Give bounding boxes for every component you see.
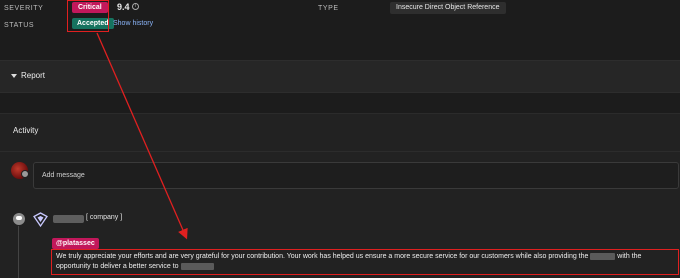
type-label: TYPE (318, 5, 339, 12)
company-logo-icon (33, 212, 48, 227)
company-tag: [ company ] (86, 214, 123, 221)
annotation-highlight-box (67, 0, 109, 32)
redacted-text (590, 252, 616, 260)
comment-text-part1: We truly appreciate your efforts and are… (56, 253, 591, 260)
avatar-status-dot (21, 170, 29, 178)
info-icon[interactable]: i (132, 3, 139, 10)
redacted-company-name (53, 215, 84, 223)
mention-badge[interactable]: @platassec (52, 238, 99, 249)
report-title: Report (21, 71, 46, 80)
severity-score: 9.4 (117, 2, 130, 12)
report-section-toggle[interactable]: Report (0, 60, 680, 93)
comment-bubble-icon (13, 213, 25, 225)
divider (0, 151, 680, 152)
redacted-text (180, 262, 214, 270)
severity-label: SEVERITY (4, 5, 44, 12)
caret-down-icon (11, 74, 17, 78)
add-message-input[interactable]: Add message (33, 162, 679, 189)
add-message-placeholder: Add message (42, 172, 85, 179)
comment-text: We truly appreciate your efforts and are… (56, 252, 674, 272)
activity-section: Activity Add message [ company ] @platas… (0, 113, 680, 278)
type-value-badge: Insecure Direct Object Reference (390, 2, 506, 14)
status-label: STATUS (4, 22, 35, 29)
report-summary-header: SEVERITY Critical 9.4 i STATUS Accepted … (0, 0, 680, 36)
timeline-line (18, 226, 19, 278)
show-history-link[interactable]: Show history (113, 20, 153, 27)
activity-title: Activity (13, 126, 39, 135)
comment-message-box: We truly appreciate your efforts and are… (51, 249, 679, 275)
